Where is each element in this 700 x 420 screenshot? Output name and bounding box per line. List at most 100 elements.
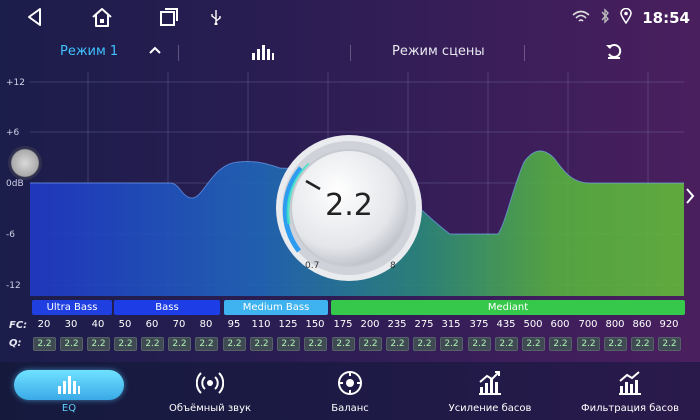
tab-bass-boost[interactable]: Усиление басов (430, 362, 550, 420)
q-value[interactable]: 2.2 (386, 337, 409, 351)
surround-icon (195, 370, 225, 400)
q-value[interactable]: 2.2 (141, 337, 164, 351)
tab-label: Баланс (331, 403, 369, 414)
fc-value[interactable]: 600 (547, 319, 573, 330)
clock: 18:54 (642, 9, 690, 27)
divider (524, 45, 525, 61)
knob-value: 2.2 (325, 188, 373, 223)
q-value[interactable]: 2.2 (223, 337, 246, 351)
reset-icon[interactable] (604, 41, 624, 65)
q-value[interactable]: 2.2 (440, 337, 463, 351)
y-axis-label: +12 (6, 78, 25, 88)
fc-value[interactable]: 700 (575, 319, 601, 330)
fc-value[interactable]: 435 (493, 319, 519, 330)
band-ultra-bass[interactable]: Ultra Bass (32, 300, 112, 315)
location-icon (620, 7, 633, 28)
divider (350, 45, 351, 61)
home-icon[interactable] (90, 6, 114, 32)
usb-icon (210, 9, 222, 29)
fc-value[interactable]: 95 (221, 319, 247, 330)
chevron-right-icon[interactable] (684, 186, 696, 210)
q-value[interactable]: 2.2 (33, 337, 56, 351)
knob-max-label: 8 (390, 261, 396, 271)
fc-value[interactable]: 315 (438, 319, 464, 330)
bass-boost-icon (477, 370, 503, 400)
q-value[interactable]: 2.2 (413, 337, 436, 351)
tab-label: EQ (61, 403, 77, 414)
fc-value[interactable]: 60 (139, 319, 165, 330)
q-label: Q: (9, 338, 22, 349)
y-axis-label: -6 (6, 230, 15, 240)
q-value[interactable]: 2.2 (195, 337, 218, 351)
fc-value[interactable]: 40 (85, 319, 111, 330)
bass-filter-icon (617, 370, 643, 400)
q-value[interactable]: 2.2 (87, 337, 110, 351)
q-value[interactable]: 2.2 (658, 337, 681, 351)
divider (178, 45, 179, 61)
y-axis-label: -12 (6, 281, 21, 291)
q-value[interactable]: 2.2 (631, 337, 654, 351)
q-value[interactable]: 2.2 (250, 337, 273, 351)
equalizer-icon[interactable] (251, 43, 275, 65)
fc-value[interactable]: 200 (357, 319, 383, 330)
recent-apps-icon[interactable] (158, 6, 180, 32)
fc-value[interactable]: 30 (58, 319, 84, 330)
fc-value[interactable]: 920 (656, 319, 682, 330)
band-bass[interactable]: Bass (114, 300, 220, 315)
tab-label: Фильтрация басов (581, 403, 679, 414)
fc-value[interactable]: 125 (275, 319, 301, 330)
q-value[interactable]: 2.2 (304, 337, 327, 351)
fc-value[interactable]: 800 (602, 319, 628, 330)
q-value[interactable]: 2.2 (168, 337, 191, 351)
tab-balance[interactable]: Баланс (300, 362, 400, 420)
scene-mode-button[interactable]: Режим сцены (392, 44, 485, 59)
mode-bar: Режим 1 Режим сцены (0, 36, 700, 68)
q-value[interactable]: 2.2 (277, 337, 300, 351)
tab-bass-filter[interactable]: Фильтрация басов (570, 362, 690, 420)
fc-value[interactable]: 110 (248, 319, 274, 330)
knob-min-label: 0.7 (305, 261, 320, 271)
back-icon[interactable] (24, 6, 46, 32)
y-axis-label: 0dB (6, 179, 24, 189)
status-bar: 18:54 (0, 0, 700, 36)
q-value[interactable]: 2.2 (495, 337, 518, 351)
q-value[interactable]: 2.2 (577, 337, 600, 351)
bottom-navigation: EQ Объёмный звук Баланс Усиление басов Ф… (0, 362, 700, 420)
fc-value[interactable]: 235 (384, 319, 410, 330)
gain-slider-handle[interactable] (8, 146, 42, 180)
q-value[interactable]: 2.2 (114, 337, 137, 351)
q-factor-knob[interactable]: 2.2 0.7 8 (273, 134, 425, 282)
q-value[interactable]: 2.2 (60, 337, 83, 351)
fc-value[interactable]: 500 (520, 319, 546, 330)
tab-eq[interactable]: EQ (14, 362, 124, 420)
fc-value[interactable]: 50 (112, 319, 138, 330)
fc-value[interactable]: 70 (166, 319, 192, 330)
fc-row: FC: 20 30 40 50 60 70 80 95 110 125 150 … (0, 319, 700, 335)
tab-label: Объёмный звук (168, 403, 252, 414)
band-mediant[interactable]: Mediant (331, 300, 685, 315)
q-value[interactable]: 2.2 (359, 337, 382, 351)
eq-icon (57, 375, 81, 399)
tab-label: Усиление басов (448, 403, 532, 414)
q-row: Q: 2.2 2.2 2.2 2.2 2.2 2.2 2.2 2.2 2.2 2… (0, 337, 700, 353)
q-value[interactable]: 2.2 (332, 337, 355, 351)
band-medium-bass[interactable]: Medium Bass (224, 300, 328, 315)
fc-value[interactable]: 80 (193, 319, 219, 330)
fc-value[interactable]: 20 (31, 319, 57, 330)
q-value[interactable]: 2.2 (522, 337, 545, 351)
wifi-icon (572, 9, 590, 28)
fc-value[interactable]: 275 (411, 319, 437, 330)
fc-label: FC: (9, 320, 28, 331)
fc-value[interactable]: 175 (330, 319, 356, 330)
tab-surround[interactable]: Объёмный звук (150, 362, 270, 420)
q-value[interactable]: 2.2 (604, 337, 627, 351)
bluetooth-icon (600, 8, 610, 28)
fc-value[interactable]: 860 (629, 319, 655, 330)
mode-selector-label[interactable]: Режим 1 (60, 44, 118, 59)
fc-value[interactable]: 375 (466, 319, 492, 330)
fc-value[interactable]: 150 (302, 319, 328, 330)
q-value[interactable]: 2.2 (549, 337, 572, 351)
chevron-up-icon[interactable] (147, 42, 163, 62)
balance-icon (337, 370, 363, 400)
q-value[interactable]: 2.2 (468, 337, 491, 351)
